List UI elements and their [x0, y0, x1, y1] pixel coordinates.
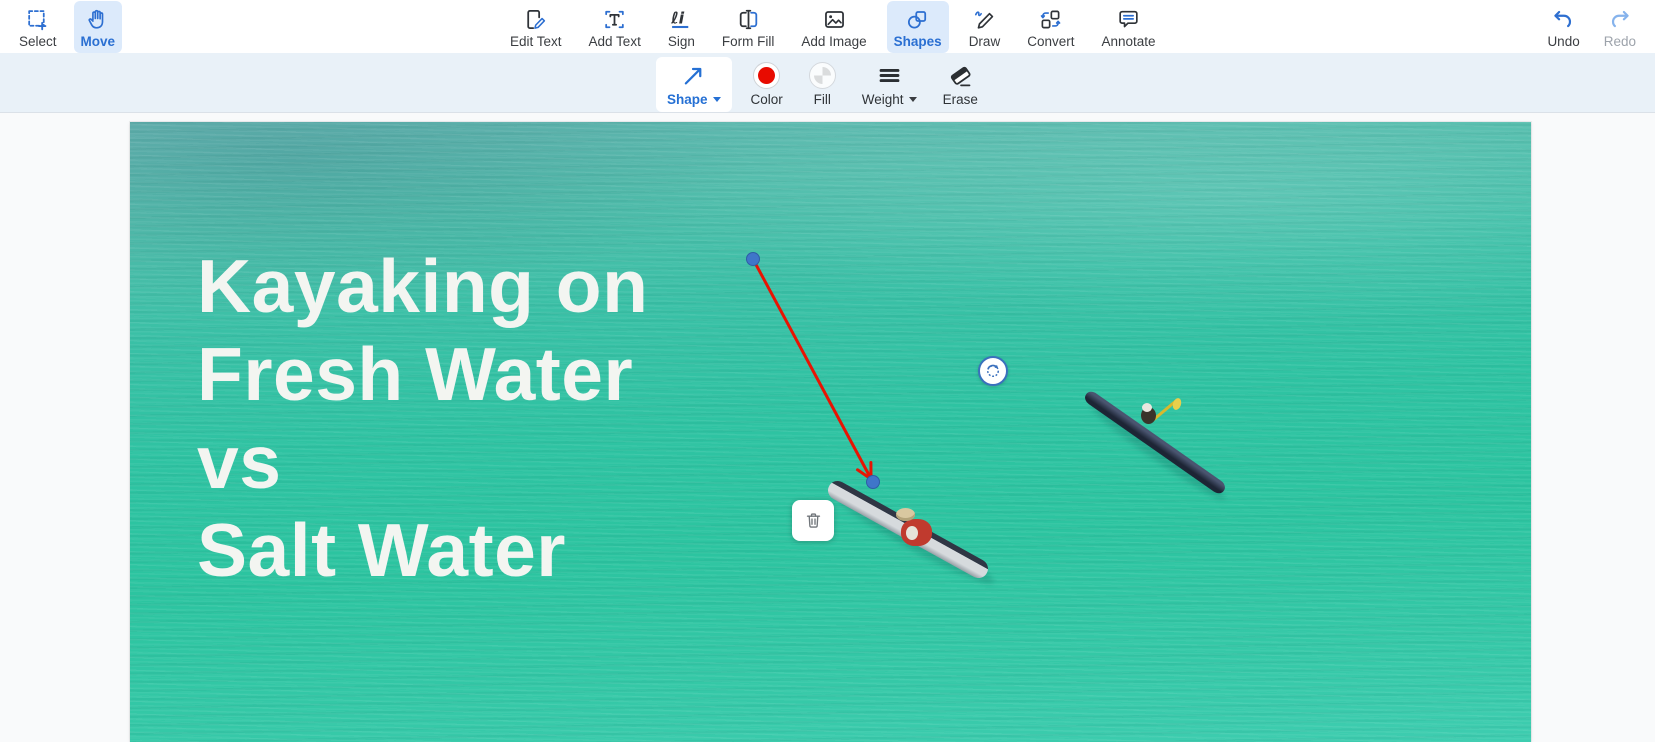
- add-text-button[interactable]: Add Text: [582, 1, 648, 53]
- title-line: Kayaking on: [197, 244, 649, 328]
- kayaker-straw-hat: [896, 508, 915, 521]
- weight-dropdown[interactable]: Weight: [855, 57, 924, 112]
- redo-label: Redo: [1603, 34, 1636, 49]
- add-text-icon: [602, 6, 628, 32]
- delete-annotation-button[interactable]: [792, 500, 834, 541]
- kayaker-vest: [906, 526, 918, 540]
- erase-button[interactable]: Erase: [936, 57, 985, 112]
- rotate-handle[interactable]: [978, 356, 1008, 386]
- title-line: vs: [197, 420, 282, 504]
- toolbar-group-left: Select Move: [12, 1, 123, 53]
- chevron-down-icon: [908, 97, 917, 102]
- shapes-icon: [905, 6, 931, 32]
- annotate-label: Annotate: [1101, 34, 1156, 49]
- undo-label: Undo: [1547, 34, 1580, 49]
- edit-text-button[interactable]: Edit Text: [503, 1, 569, 53]
- undo-button[interactable]: Undo: [1540, 1, 1586, 53]
- kayaker-cap: [1142, 403, 1152, 412]
- erase-label: Erase: [942, 92, 978, 107]
- move-label: Move: [80, 34, 116, 49]
- document-title: Kayaking on Fresh Water vs Salt Water: [197, 242, 648, 594]
- form-fill-label: Form Fill: [721, 34, 775, 49]
- eraser-icon: [947, 62, 974, 89]
- fill-button[interactable]: Fill: [802, 57, 843, 112]
- comment-icon: [1116, 6, 1142, 32]
- shape-options-toolbar: Shape Color Fill Weight Erase: [0, 53, 1655, 113]
- convert-button[interactable]: Convert: [1020, 1, 1081, 53]
- convert-icon: [1038, 6, 1064, 32]
- toolbar-group-center: Edit Text Add Text ℓi Sign Form Fill Add…: [503, 1, 1163, 53]
- shapes-label: Shapes: [893, 34, 942, 49]
- select-button[interactable]: Select: [12, 1, 64, 53]
- add-image-label: Add Image: [801, 34, 867, 49]
- pencil-icon: [971, 6, 997, 32]
- document-canvas[interactable]: Kayaking on Fresh Water vs Salt Water: [0, 113, 1655, 742]
- annotate-button[interactable]: Annotate: [1094, 1, 1162, 53]
- hand-icon: [85, 6, 111, 32]
- fill-swatch-icon: [808, 62, 836, 89]
- add-image-button[interactable]: Add Image: [794, 1, 873, 53]
- sign-button[interactable]: ℓi Sign: [661, 1, 702, 53]
- sign-label: Sign: [667, 34, 695, 49]
- arrow-end-handle[interactable]: [866, 475, 880, 489]
- form-fill-button[interactable]: Form Fill: [715, 1, 782, 53]
- redo-button[interactable]: Redo: [1597, 1, 1643, 53]
- trash-icon: [806, 513, 820, 528]
- image-icon: [821, 6, 847, 32]
- color-swatch-icon: [753, 62, 781, 89]
- add-text-label: Add Text: [588, 34, 641, 49]
- form-field-icon: [735, 6, 761, 32]
- draw-label: Draw: [968, 34, 1001, 49]
- edit-text-icon: [523, 6, 549, 32]
- weight-label: Weight: [861, 92, 904, 107]
- shape-type-dropdown[interactable]: Shape: [656, 57, 732, 112]
- select-label: Select: [19, 34, 57, 49]
- rotate-icon: [987, 364, 999, 377]
- title-line: Fresh Water: [197, 332, 634, 416]
- arrow-start-handle[interactable]: [746, 252, 760, 266]
- shape-label: Shape: [667, 92, 708, 107]
- draw-button[interactable]: Draw: [962, 1, 1008, 53]
- arrow-shape-icon: [680, 62, 707, 89]
- select-marquee-icon: [25, 6, 51, 32]
- main-toolbar: Select Move Edit Text Add Text ℓi Sign F…: [0, 0, 1655, 53]
- svg-text:ℓi: ℓi: [670, 8, 685, 27]
- chevron-down-icon: [712, 97, 721, 102]
- shapes-button[interactable]: Shapes: [886, 1, 949, 53]
- color-button[interactable]: Color: [744, 57, 790, 112]
- edit-text-label: Edit Text: [510, 34, 562, 49]
- toolbar-group-right: Undo Redo: [1540, 1, 1643, 53]
- fill-label: Fill: [813, 92, 831, 107]
- undo-arrow-icon: [1551, 6, 1577, 32]
- title-line: Salt Water: [197, 508, 566, 592]
- color-label: Color: [750, 92, 783, 107]
- line-weight-icon: [876, 62, 903, 89]
- signature-icon: ℓi: [668, 6, 694, 32]
- redo-arrow-icon: [1607, 6, 1633, 32]
- move-button[interactable]: Move: [73, 1, 123, 53]
- convert-label: Convert: [1027, 34, 1075, 49]
- document-page[interactable]: Kayaking on Fresh Water vs Salt Water: [130, 122, 1531, 742]
